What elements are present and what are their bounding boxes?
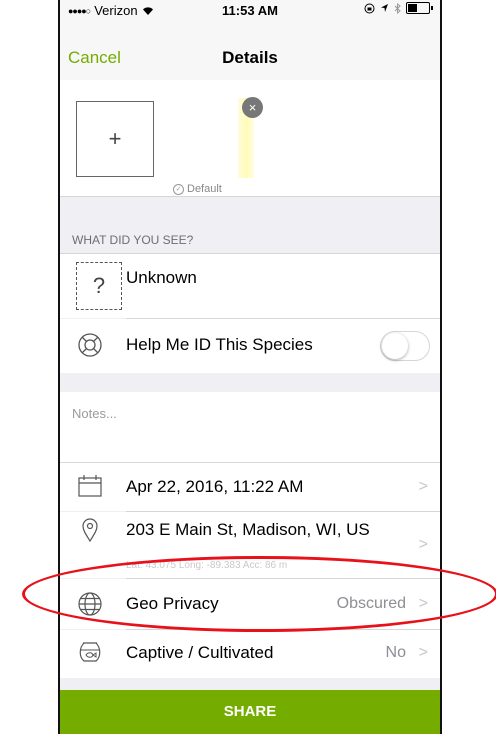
toggle-knob (382, 333, 408, 359)
date-row[interactable]: Apr 22, 2016, 11:22 AM > (60, 463, 440, 511)
help-id-label: Help Me ID This Species (126, 335, 313, 354)
chevron-right-icon: > (418, 478, 428, 495)
photo-strip: + × ✓ Default (60, 80, 440, 197)
battery-icon (406, 2, 433, 14)
remove-photo-button[interactable]: × (242, 97, 263, 118)
help-id-row: Help Me ID This Species (60, 319, 440, 373)
help-id-toggle[interactable] (380, 331, 430, 361)
notes-field[interactable]: Notes... (60, 392, 440, 462)
plus-icon: + (108, 126, 122, 151)
default-photo-indicator: ✓ Default (173, 183, 222, 195)
species-name: Unknown (126, 268, 197, 287)
rotation-lock-icon (364, 3, 375, 13)
captive-row[interactable]: Captive / Cultivated No > (60, 630, 440, 678)
fishbowl-icon (79, 642, 101, 662)
checkmark-circle-icon: ✓ (173, 183, 184, 195)
captive-label: Captive / Cultivated (126, 643, 274, 662)
geo-privacy-value: Obscured (336, 595, 406, 612)
geo-privacy-label: Geo Privacy (126, 594, 219, 613)
section-header-label: WHAT DID YOU SEE? (72, 233, 194, 247)
location-coordinates: Lat: 43.075 Long: -89.383 Acc: 86 m (126, 560, 288, 571)
species-row[interactable]: ? Unknown (60, 254, 440, 318)
globe-icon (78, 592, 102, 616)
calendar-icon (78, 475, 102, 497)
status-bar: ●●●●○ Verizon 11:53 AM (60, 0, 440, 20)
notes-placeholder: Notes... (72, 406, 117, 421)
bluetooth-icon (394, 2, 401, 14)
date-label: Apr 22, 2016, 11:22 AM (126, 477, 304, 496)
share-button[interactable]: SHARE (60, 690, 440, 734)
default-label: Default (187, 183, 222, 195)
location-pin-icon (82, 518, 98, 542)
location-label: 203 E Main St, Madison, WI, US (126, 520, 370, 539)
phone-screen: ●●●●○ Verizon 11:53 AM Cancel Details + … (58, 0, 442, 734)
chevron-right-icon: > (418, 536, 428, 553)
lifebuoy-icon (78, 333, 102, 357)
navigation-bar: Cancel Details (60, 20, 440, 81)
geo-privacy-row[interactable]: Geo Privacy Obscured > (60, 579, 440, 629)
page-title: Details (222, 48, 278, 67)
unknown-species-icon: ? (76, 262, 122, 310)
chevron-right-icon: > (418, 595, 428, 612)
location-arrow-icon (381, 4, 388, 12)
species-section-header: WHAT DID YOU SEE? (60, 197, 440, 254)
chevron-right-icon: > (418, 644, 428, 661)
captive-value: No (385, 644, 406, 661)
location-row[interactable]: 203 E Main St, Madison, WI, US Lat: 43.0… (60, 512, 440, 578)
add-photo-button[interactable]: + (76, 101, 154, 177)
